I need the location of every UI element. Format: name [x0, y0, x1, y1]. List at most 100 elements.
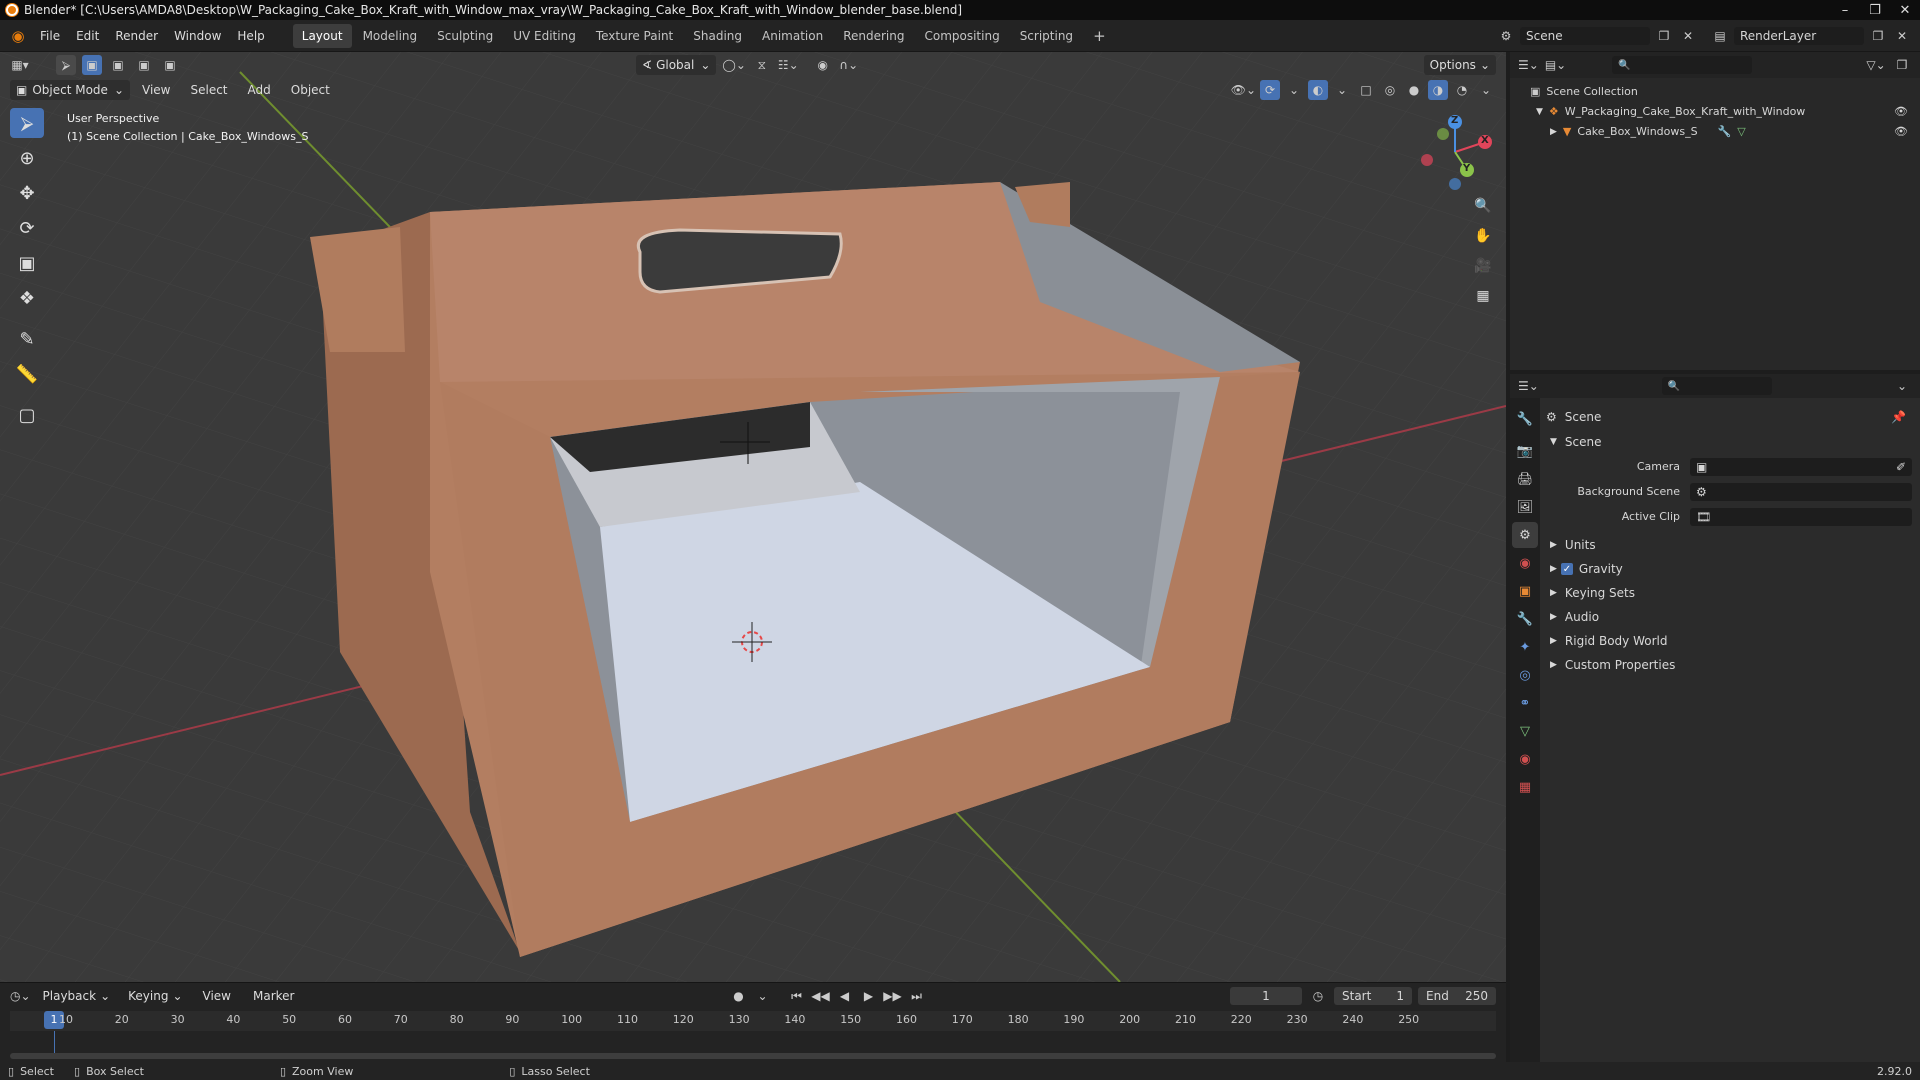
- play-reverse-icon[interactable]: ◀: [834, 986, 854, 1006]
- new-render-layer-icon[interactable]: ❐: [1868, 26, 1888, 46]
- render-layer-icon[interactable]: ▤: [1710, 26, 1730, 46]
- visibility-eye-icon[interactable]: 👁: [1894, 122, 1908, 142]
- menu-file[interactable]: File: [32, 20, 68, 52]
- timeline-menu-marker[interactable]: Marker: [245, 983, 302, 1009]
- tab-rendering[interactable]: Rendering: [834, 24, 913, 48]
- texture-tab-icon[interactable]: ▦: [1512, 774, 1538, 800]
- add-cube-tool-icon[interactable]: ▢: [10, 400, 44, 430]
- shading-solid-icon[interactable]: ●: [1404, 80, 1424, 100]
- select-extend-icon[interactable]: ▣: [108, 55, 128, 75]
- current-frame-field[interactable]: 1: [1230, 987, 1302, 1005]
- outliner-row-collection[interactable]: ▼ ❖ W_Packaging_Cake_Box_Kraft_with_Wind…: [1530, 102, 1920, 122]
- pivot-point-icon[interactable]: ◯⌄: [722, 55, 745, 75]
- gravity-panel-header[interactable]: ▶ ✓ Gravity: [1546, 557, 1912, 581]
- delete-scene-icon[interactable]: ✕: [1678, 26, 1698, 46]
- play-icon[interactable]: ▶: [858, 986, 878, 1006]
- custom-properties-panel-header[interactable]: ▶ Custom Properties: [1546, 653, 1912, 677]
- tab-layout[interactable]: Layout: [292, 23, 352, 48]
- tab-scripting[interactable]: Scripting: [1011, 24, 1082, 48]
- measure-tool-icon[interactable]: 📏: [10, 359, 44, 389]
- data-tab-icon[interactable]: ▽: [1512, 718, 1538, 744]
- select-box-tool-icon[interactable]: ⮚: [10, 108, 44, 138]
- navigation-gizmo[interactable]: X Y Z: [1415, 112, 1495, 192]
- select-new-icon[interactable]: ▣: [82, 55, 102, 75]
- transform-orientation-dropdown[interactable]: ∢ Global ⌄: [636, 55, 717, 75]
- world-tab-icon[interactable]: ◉: [1512, 550, 1538, 576]
- menu-render[interactable]: Render: [107, 20, 166, 52]
- background-scene-field[interactable]: ⚙: [1690, 482, 1912, 501]
- outliner-row-scene-collection[interactable]: ▣ Scene Collection: [1530, 82, 1920, 102]
- scene-icon[interactable]: ⚙: [1496, 26, 1516, 46]
- timeline-editor-icon[interactable]: ◷⌄: [10, 986, 31, 1006]
- falloff-icon[interactable]: ∩⌄: [839, 55, 859, 75]
- minimize-icon[interactable]: –: [1830, 0, 1860, 20]
- new-collection-icon[interactable]: ❐: [1892, 55, 1912, 75]
- physics-tab-icon[interactable]: ◎: [1512, 662, 1538, 688]
- outliner-search-input[interactable]: 🔍: [1612, 56, 1753, 74]
- auto-keying-icon[interactable]: ●: [728, 986, 748, 1006]
- scene-tab-icon[interactable]: ⚙: [1512, 522, 1538, 548]
- tab-sculpting[interactable]: Sculpting: [428, 24, 502, 48]
- jump-start-icon[interactable]: ⏮: [786, 986, 806, 1006]
- transform-tool-icon[interactable]: ❖: [10, 283, 44, 313]
- jump-keyframe-forward-icon[interactable]: ▶▶: [882, 986, 902, 1006]
- tab-animation[interactable]: Animation: [753, 24, 832, 48]
- rotate-tool-icon[interactable]: ⟳: [10, 213, 44, 243]
- options-dropdown[interactable]: Options ⌄: [1423, 55, 1496, 75]
- menu-window[interactable]: Window: [166, 20, 229, 52]
- chevron-down-icon[interactable]: ⌄: [752, 986, 772, 1006]
- viewport-menu-select[interactable]: Select: [182, 78, 235, 102]
- preview-range-icon[interactable]: ◷: [1308, 986, 1328, 1006]
- viewport-canvas[interactable]: [0, 52, 1506, 982]
- timeline-menu-playback[interactable]: Playback ⌄: [37, 986, 117, 1006]
- rigid-body-world-panel-header[interactable]: ▶ Rigid Body World: [1546, 629, 1912, 653]
- annotate-tool-icon[interactable]: ✎: [10, 324, 44, 354]
- material-tab-icon[interactable]: ◉: [1512, 746, 1538, 772]
- 3d-viewport[interactable]: ▦▾ ⮚ ▣ ▣ ▣ ▣ ∢ Global ⌄ ◯⌄ ⧖ ☷⌄ ◉ ∩⌄ Opt…: [0, 52, 1506, 982]
- ortho-toggle-icon[interactable]: ▦: [1470, 284, 1496, 308]
- expand-arrow-icon[interactable]: ▼: [1536, 102, 1543, 122]
- particles-tab-icon[interactable]: ✦: [1512, 634, 1538, 660]
- visibility-icon[interactable]: 👁⌄: [1231, 80, 1256, 100]
- properties-search-input[interactable]: 🔍: [1661, 377, 1772, 395]
- outliner-row-object[interactable]: ▶ ▼ Cake_Box_Windows_S 🔧 ▽ 👁: [1530, 122, 1920, 142]
- proportional-edit-icon[interactable]: ◉: [813, 55, 833, 75]
- properties-editor-icon[interactable]: ☰⌄: [1518, 376, 1539, 396]
- tab-shading[interactable]: Shading: [684, 24, 751, 48]
- timeline-scrollbar[interactable]: [10, 1053, 1496, 1059]
- delete-render-layer-icon[interactable]: ✕: [1892, 26, 1912, 46]
- cursor-tool-icon[interactable]: ⊕: [10, 143, 44, 173]
- shading-dropdown-icon[interactable]: ⌄: [1476, 80, 1496, 100]
- display-mode-icon[interactable]: ▤⌄: [1545, 55, 1566, 75]
- select-subtract-icon[interactable]: ▣: [134, 55, 154, 75]
- shading-material-icon[interactable]: ◑: [1428, 80, 1448, 100]
- overlay-dropdown-icon[interactable]: ⌄: [1332, 80, 1352, 100]
- modifiers-tab-icon[interactable]: 🔧: [1512, 606, 1538, 632]
- end-frame-field[interactable]: End 250: [1418, 987, 1496, 1005]
- viewport-menu-view[interactable]: View: [134, 78, 178, 102]
- blender-menu-icon[interactable]: ◉: [8, 26, 28, 46]
- modifier-wrench-icon[interactable]: 🔧: [1718, 122, 1732, 142]
- scene-panel-header[interactable]: ▼ Scene: [1546, 430, 1912, 454]
- zoom-icon[interactable]: 🔍: [1470, 194, 1496, 218]
- overlay-toggle-icon[interactable]: ◐: [1308, 80, 1328, 100]
- tab-uv-editing[interactable]: UV Editing: [504, 24, 585, 48]
- jump-end-icon[interactable]: ⏭: [906, 986, 926, 1006]
- xray-toggle-icon[interactable]: □: [1356, 80, 1376, 100]
- close-icon[interactable]: ✕: [1890, 0, 1920, 20]
- menu-edit[interactable]: Edit: [68, 20, 107, 52]
- expand-arrow-icon[interactable]: ▶: [1550, 122, 1557, 142]
- gizmo-toggle-icon[interactable]: ⟳: [1260, 80, 1280, 100]
- tab-modeling[interactable]: Modeling: [354, 24, 427, 48]
- maximize-icon[interactable]: ❐: [1860, 0, 1890, 20]
- chevron-down-icon[interactable]: ⌄: [1892, 376, 1912, 396]
- filter-icon[interactable]: ▽⌄: [1866, 55, 1886, 75]
- snap-icon[interactable]: ⧖: [752, 55, 772, 75]
- scale-tool-icon[interactable]: ▣: [10, 248, 44, 278]
- gravity-checkbox[interactable]: ✓: [1560, 563, 1573, 575]
- tab-texture-paint[interactable]: Texture Paint: [587, 24, 682, 48]
- tab-compositing[interactable]: Compositing: [915, 24, 1008, 48]
- output-tab-icon[interactable]: 🖨: [1512, 466, 1538, 492]
- viewport-menu-add[interactable]: Add: [240, 78, 279, 102]
- render-layer-selector[interactable]: RenderLayer: [1734, 26, 1864, 45]
